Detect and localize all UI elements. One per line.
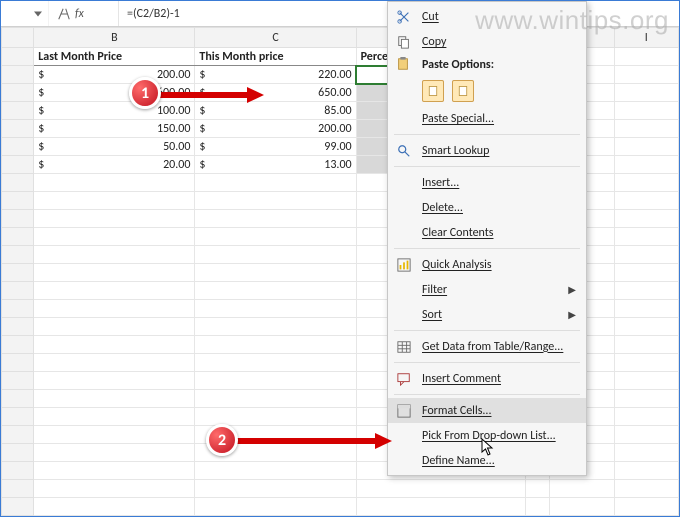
ctx-copy-label: Copy [422, 35, 446, 49]
fx-button[interactable]: fx [49, 1, 119, 26]
ctx-sort[interactable]: Sort ▶ [388, 302, 586, 327]
paste-values-button[interactable] [452, 80, 474, 102]
ctx-pick-list[interactable]: Pick From Drop-down List... [388, 423, 586, 448]
scissors-icon [396, 9, 412, 25]
col-header-c: C [195, 28, 356, 48]
table-icon [396, 339, 412, 355]
ctx-paste-special[interactable]: Paste Special... [388, 106, 586, 131]
name-box-dropdown[interactable] [1, 1, 49, 26]
annotation-badge-2: 2 [206, 424, 238, 456]
ctx-copy[interactable]: Copy [388, 29, 586, 54]
ctx-paste-options: Paste Options: [388, 54, 586, 76]
ctx-smart-lookup[interactable]: Smart Lookup [388, 138, 586, 163]
ctx-cut[interactable]: Cut [388, 4, 586, 29]
paste-default-button[interactable] [422, 80, 444, 102]
row-header[interactable] [2, 48, 34, 66]
ctx-define-name[interactable]: Define Name... [388, 448, 586, 473]
col-header-b: B [34, 28, 195, 48]
col-header-i: I [614, 28, 679, 48]
ctx-cut-label: Cut [422, 10, 439, 24]
ctx-delete[interactable]: Delete... [388, 195, 586, 220]
clipboard-icon [396, 57, 412, 73]
ctx-paste-buttons [388, 76, 586, 106]
context-menu: Cut Copy Paste Options: Paste Special...… [387, 1, 587, 476]
fx-label: fx [75, 7, 84, 21]
ctx-filter[interactable]: Filter ▶ [388, 277, 586, 302]
header-b: Last Month Price [34, 48, 195, 66]
quick-analysis-icon [396, 257, 412, 273]
format-cells-icon [396, 403, 412, 419]
search-icon [396, 143, 412, 159]
ctx-insert[interactable]: Insert... [388, 170, 586, 195]
annotation-badge-1: 1 [129, 77, 161, 109]
ctx-get-data[interactable]: Get Data from Table/Range... [388, 334, 586, 359]
ctx-quick-analysis[interactable]: Quick Analysis [388, 252, 586, 277]
copy-icon [396, 34, 412, 50]
comment-icon [396, 371, 412, 387]
ctx-insert-comment[interactable]: Insert Comment [388, 366, 586, 391]
chevron-right-icon: ▶ [568, 283, 576, 296]
chevron-right-icon: ▶ [568, 308, 576, 321]
ctx-clear[interactable]: Clear Contents [388, 220, 586, 245]
header-c: This Month price [195, 48, 356, 66]
ctx-format-cells[interactable]: Format Cells... [388, 398, 586, 423]
